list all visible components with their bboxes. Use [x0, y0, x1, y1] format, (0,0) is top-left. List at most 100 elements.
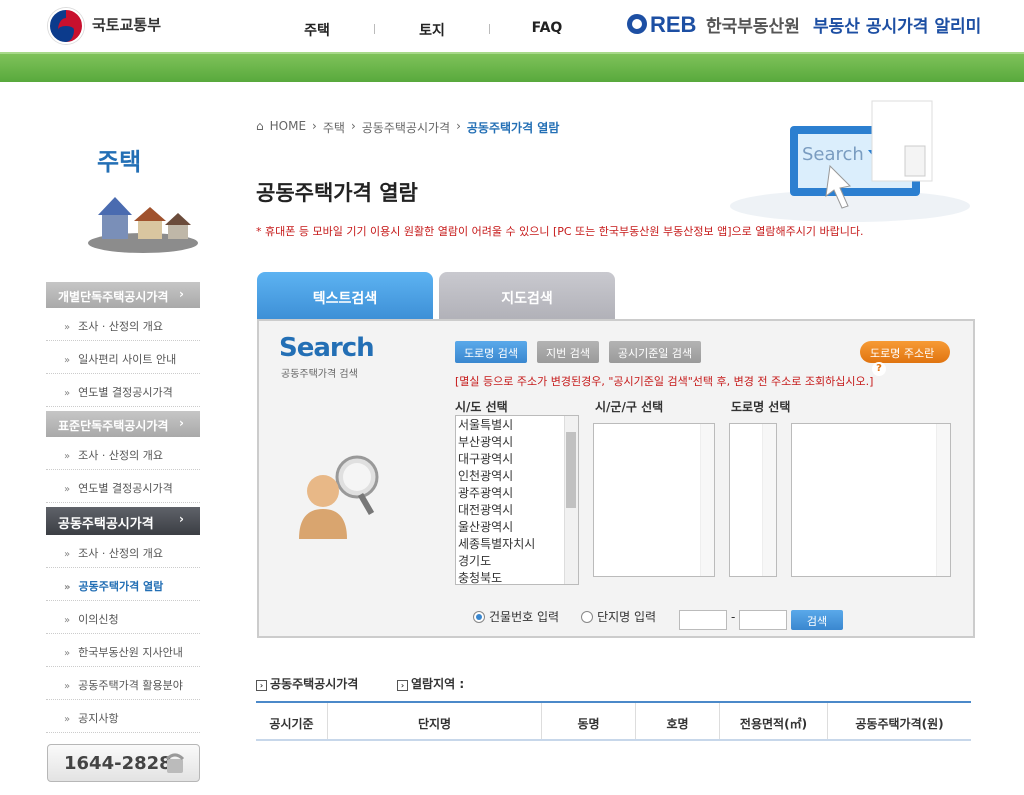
- sidebar-group-individual[interactable]: 개별단독주택공시가격 ›: [46, 282, 200, 308]
- sido-option[interactable]: 경기도: [456, 552, 578, 569]
- sidebar-item[interactable]: » 한국부동산원 지사안내: [46, 634, 200, 667]
- sidebar-item-label: 공지사항: [78, 712, 119, 725]
- sido-option[interactable]: 세종특별자치시: [456, 535, 578, 552]
- breadcrumb-home[interactable]: HOME: [270, 119, 306, 136]
- sido-option[interactable]: 대구광역시: [456, 450, 578, 467]
- sido-option[interactable]: 인천광역시: [456, 467, 578, 484]
- sidebar-group-label: 개별단독주택공시가격: [58, 290, 169, 304]
- sidebar-item[interactable]: » 이의신청: [46, 601, 200, 634]
- scrollbar[interactable]: [700, 424, 714, 576]
- sidebar-group-standard[interactable]: 표준단독주택공시가격 ›: [46, 411, 200, 437]
- lot-number-search-button[interactable]: 지번 검색: [537, 341, 599, 363]
- bullet-icon: »: [64, 681, 71, 692]
- breadcrumb-separator: ›: [350, 119, 356, 133]
- breadcrumb-separator: ›: [456, 119, 461, 133]
- home-icon: ⌂: [256, 119, 264, 133]
- chevron-right-icon: ›: [179, 416, 184, 430]
- sidebar-item[interactable]: » 공지사항: [46, 700, 200, 733]
- section-label: 열람지역 :: [411, 677, 465, 691]
- sidebar-item-active[interactable]: » 공동주택가격 열람: [46, 568, 200, 601]
- building-sub-number-input[interactable]: [739, 610, 787, 630]
- road-label: 도로명 선택: [731, 400, 791, 414]
- green-banner-bar: [0, 52, 1024, 82]
- sido-option[interactable]: 부산광역시: [456, 433, 578, 450]
- building-number-radio[interactable]: 건물번호 입력: [473, 608, 559, 625]
- bullet-icon: »: [64, 549, 71, 560]
- base-date-search-button[interactable]: 공시기준일 검색: [609, 341, 701, 363]
- service-name[interactable]: 부동산 공시가격 알리미: [813, 12, 981, 37]
- sidebar-item-label: 조사 · 산정의 개요: [78, 547, 163, 560]
- sidebar-item[interactable]: » 조사 · 산정의 개요: [46, 535, 200, 568]
- sidebar-item[interactable]: » 연도별 결정공시가격: [46, 374, 200, 407]
- bullet-icon: »: [64, 451, 71, 462]
- sido-option[interactable]: 충청북도: [456, 569, 578, 584]
- chevron-right-icon: ›: [179, 512, 184, 526]
- nav-item-land[interactable]: 토지: [375, 20, 489, 40]
- breadcrumb-current: 공동주택가격 열람: [466, 121, 560, 135]
- road-select-list[interactable]: [791, 423, 951, 577]
- sidebar-group-apartment[interactable]: 공동주택공시가격 ›: [46, 507, 200, 535]
- bullet-icon: »: [64, 582, 71, 593]
- road-initial-select-list[interactable]: [729, 423, 777, 577]
- bullet-icon: »: [64, 388, 71, 399]
- reb-name[interactable]: 한국부동산원: [706, 12, 800, 37]
- radio-unchecked-icon[interactable]: [581, 611, 594, 623]
- nav-item-faq[interactable]: FAQ: [490, 20, 604, 40]
- tab-text-search[interactable]: 텍스트검색: [257, 272, 433, 320]
- sidebar-item[interactable]: » 조사 · 산정의 개요: [46, 308, 200, 341]
- question-icon: ?: [872, 362, 886, 376]
- bullet-icon: »: [64, 484, 71, 495]
- sidebar-item[interactable]: » 연도별 결정공시가격: [46, 470, 200, 503]
- nav-item-housing[interactable]: 주택: [260, 20, 374, 40]
- sido-option[interactable]: 광주광역시: [456, 484, 578, 501]
- section-label: 공동주택공시가격: [270, 677, 359, 691]
- breadcrumb-separator: ›: [312, 119, 317, 133]
- sidebar-item[interactable]: » 공동주택가격 활용분야: [46, 667, 200, 700]
- building-main-number-input[interactable]: [679, 610, 727, 630]
- search-submit-button[interactable]: 검색: [791, 610, 843, 630]
- sidebar-item-label: 공동주택가격 열람: [78, 580, 164, 593]
- phone-number: 1644-2828: [64, 753, 172, 774]
- scrollbar[interactable]: [762, 424, 776, 576]
- scrollbar-thumb[interactable]: [566, 432, 576, 508]
- radio-label: 단지명 입력: [597, 610, 657, 624]
- breadcrumb-item[interactable]: 공동주택공시가격: [362, 119, 450, 136]
- government-name[interactable]: 국토교통부: [92, 14, 161, 35]
- column-header: 단지명: [328, 703, 542, 739]
- sido-scrollbar[interactable]: [564, 416, 578, 584]
- breadcrumb-item[interactable]: 주택: [323, 119, 345, 136]
- sidebar-group-label: 표준단독주택공시가격: [58, 419, 169, 433]
- government-emblem-icon[interactable]: [48, 8, 84, 44]
- bullet-icon: »: [64, 714, 71, 725]
- sidebar-item-label: 공동주택가격 활용분야: [78, 679, 183, 692]
- sidebar-group-label: 공동주택공시가격: [58, 517, 154, 532]
- tab-map-search[interactable]: 지도검색: [439, 272, 615, 320]
- complex-name-radio[interactable]: 단지명 입력: [581, 608, 656, 625]
- results-table-header: 공시기준 단지명 동명 호명 전용면적(㎡) 공동주택가격(원): [256, 701, 971, 741]
- sido-select-list[interactable]: 서울특별시 부산광역시 대구광역시 인천광역시 광주광역시 대전광역시 울산광역…: [455, 415, 579, 585]
- column-header: 공시기준: [256, 703, 328, 739]
- sido-option[interactable]: 울산광역시: [456, 518, 578, 535]
- sigungu-label: 시/군/구 선택: [595, 400, 664, 414]
- scrollbar[interactable]: [936, 424, 950, 576]
- sidebar-item-label: 이의신청: [78, 613, 119, 626]
- search-subtitle: 공동주택가격 검색: [281, 369, 358, 380]
- sidebar-item-label: 일사편리 사이트 안내: [78, 353, 177, 366]
- sidebar-item-label: 연도별 결정공시가격: [78, 386, 173, 399]
- sidebar-item[interactable]: » 일사편리 사이트 안내: [46, 341, 200, 374]
- section-marker-icon: ›: [256, 680, 267, 691]
- sigungu-select-list[interactable]: [593, 423, 715, 577]
- road-search-button[interactable]: 도로명 검색: [455, 341, 527, 363]
- search-panel: Search 공동주택가격 검색 도로명 검색 지번 검색 공시기준일 검색 도…: [257, 319, 975, 638]
- houses-illustration-icon: [88, 197, 198, 253]
- search-logo: Search: [279, 333, 375, 363]
- sido-option[interactable]: 대전광역시: [456, 501, 578, 518]
- section-apartment-price: › 공동주택공시가격: [256, 675, 358, 692]
- sidebar-item[interactable]: » 조사 · 산정의 개요: [46, 437, 200, 470]
- radio-checked-icon[interactable]: [473, 611, 485, 623]
- sidebar-item-label: 조사 · 산정의 개요: [78, 449, 163, 462]
- sido-option[interactable]: 서울특별시: [456, 416, 578, 433]
- address-change-warning: [멸실 등으로 주소가 변경된경우, "공시기준일 검색"선택 후, 변경 전 …: [455, 375, 874, 388]
- road-address-help-button[interactable]: 도로명 주소란 ?: [860, 341, 950, 376]
- bullet-icon: »: [64, 615, 71, 626]
